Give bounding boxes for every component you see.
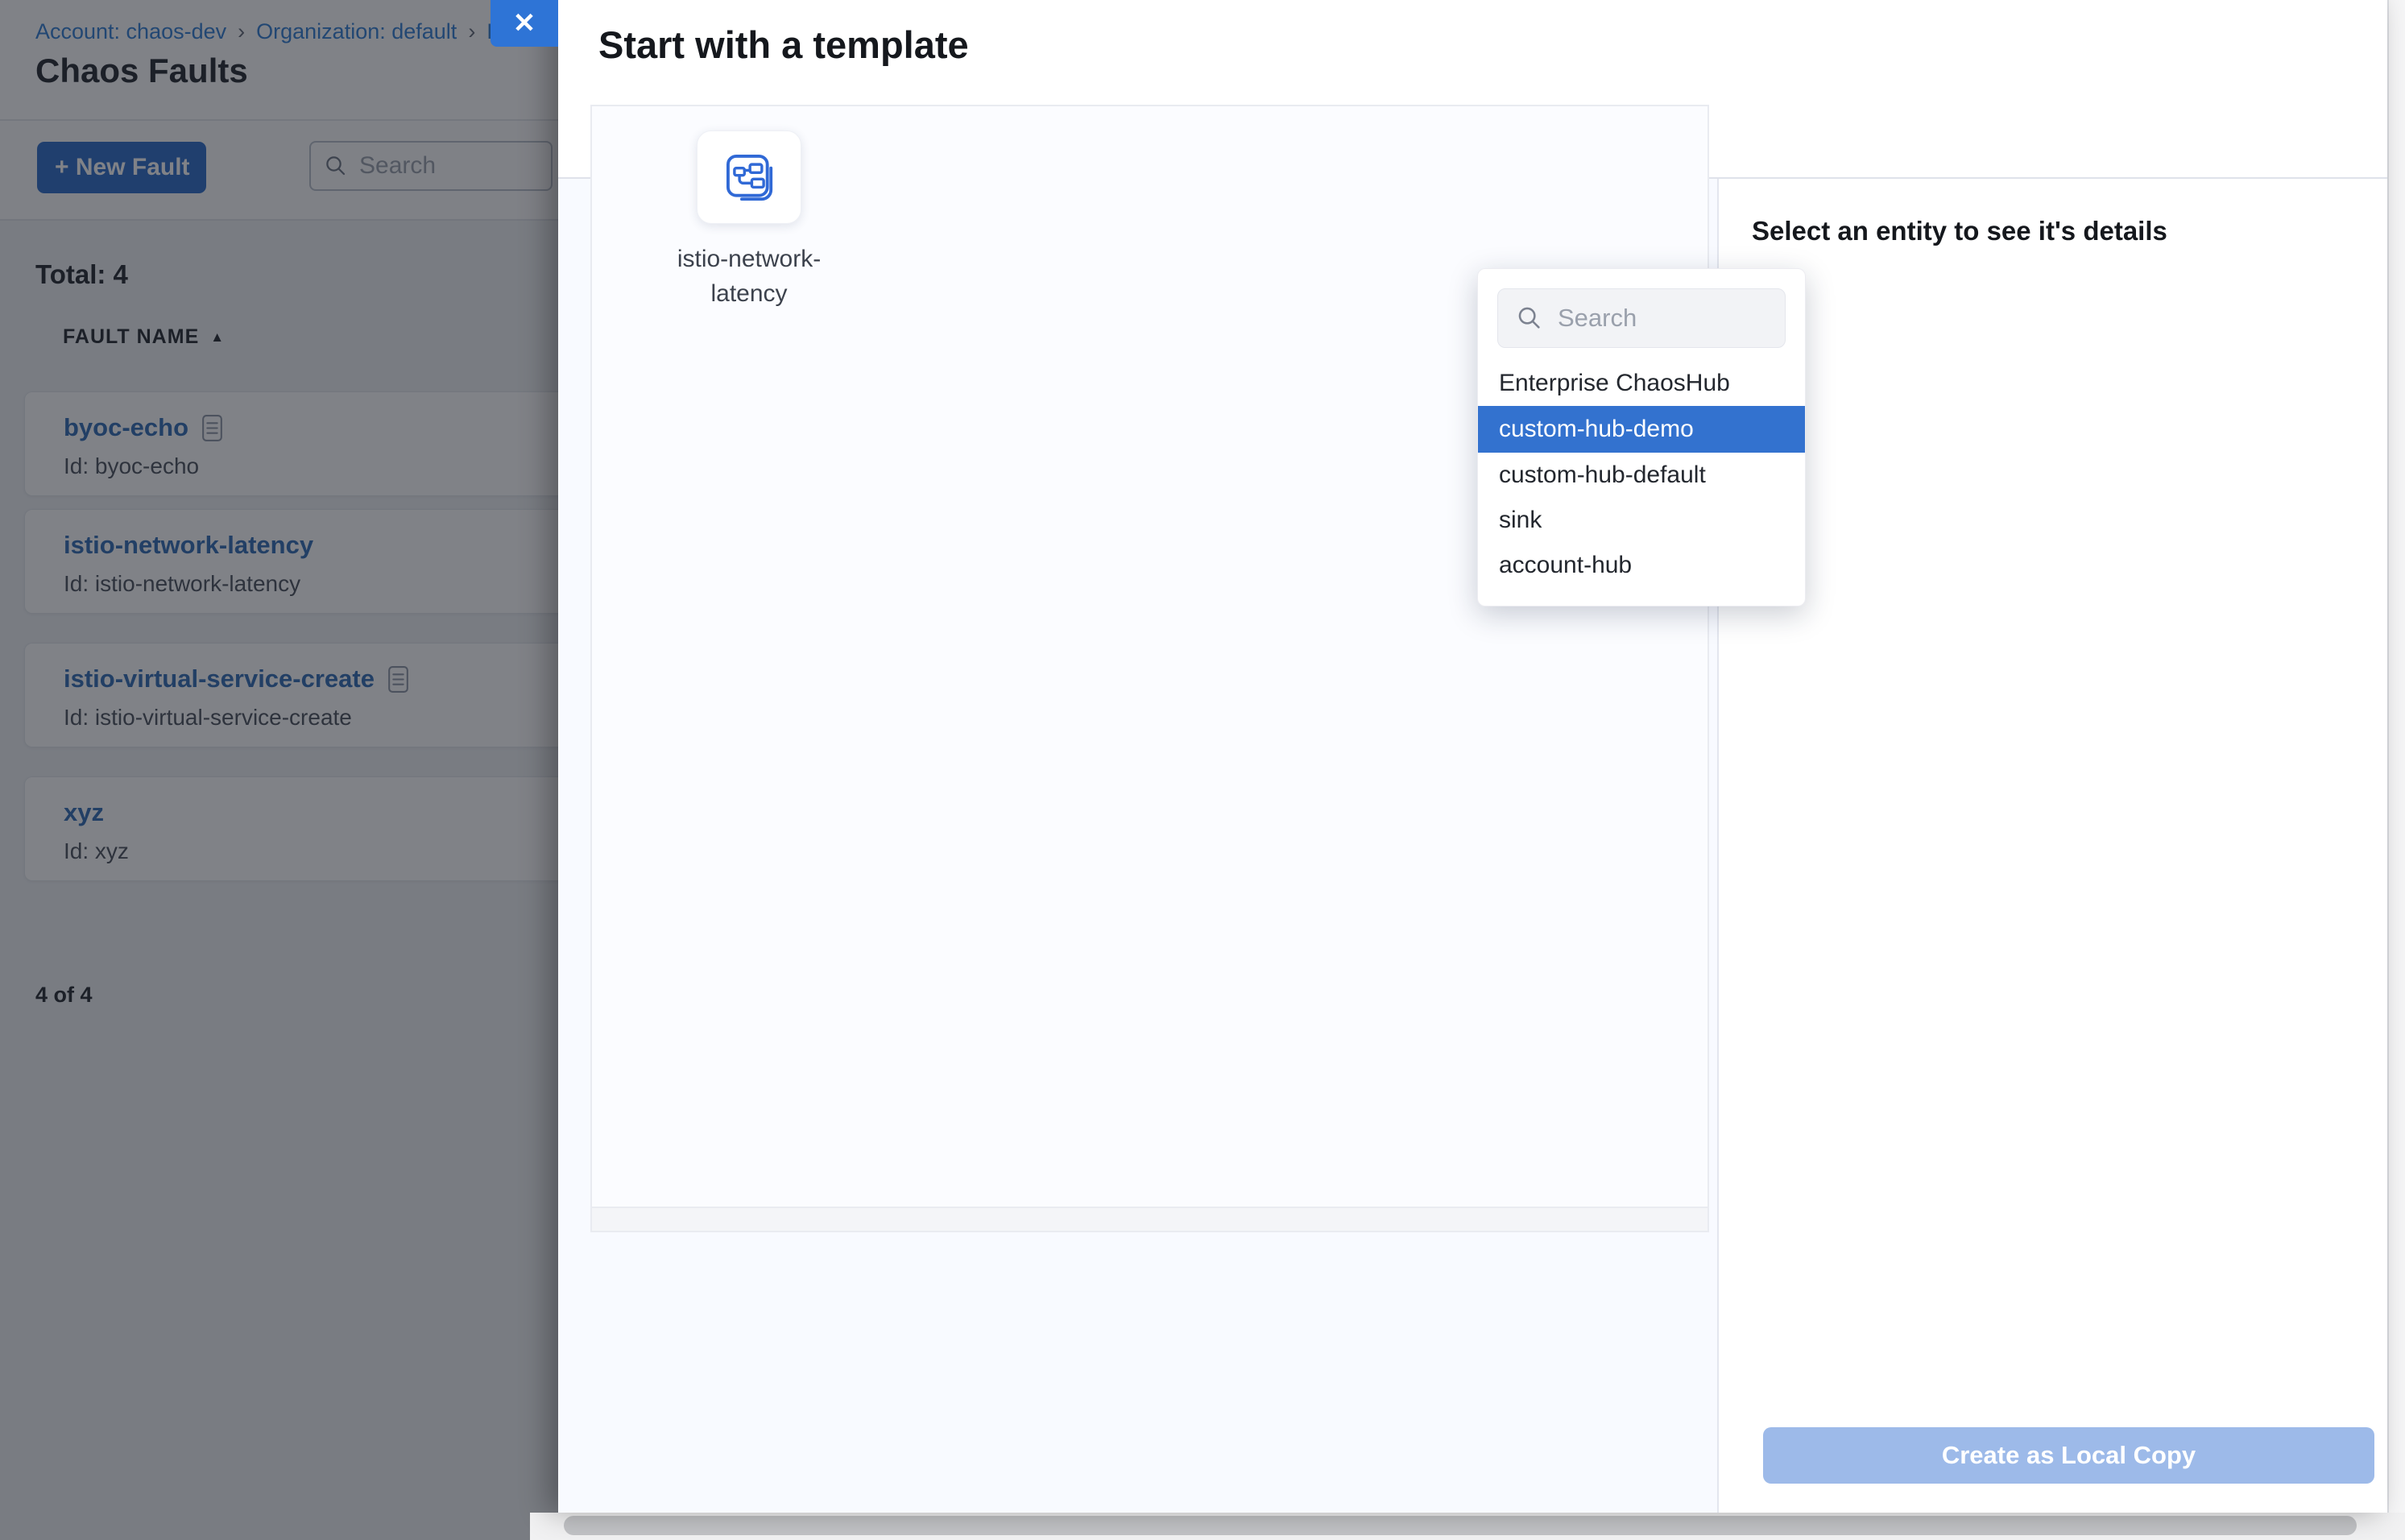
close-button[interactable]: ✕ bbox=[491, 0, 558, 47]
search-icon bbox=[1516, 304, 1543, 332]
modal-title: Start with a template bbox=[598, 23, 969, 67]
fault-template-icon bbox=[722, 150, 776, 205]
dropdown-search-field[interactable] bbox=[1497, 288, 1786, 348]
screen: Account: chaos-dev›Organization: default… bbox=[0, 0, 2405, 1540]
dropdown-search-input[interactable] bbox=[1558, 304, 1751, 333]
template-grid-footer bbox=[590, 1208, 1709, 1232]
horizontal-scrollbar-thumb[interactable] bbox=[564, 1516, 2357, 1535]
chaoshub-dropdown-menu: Enterprise ChaosHub custom-hub-demo cust… bbox=[1477, 268, 1806, 606]
horizontal-scrollbar[interactable] bbox=[530, 1513, 2405, 1540]
create-as-local-copy-button[interactable]: Create as Local Copy bbox=[1763, 1427, 2374, 1484]
option-custom-hub-demo[interactable]: custom-hub-demo bbox=[1478, 406, 1805, 453]
details-placeholder-text: Select an entity to see it's details bbox=[1752, 216, 2167, 246]
option-account-hub[interactable]: account-hub bbox=[1478, 543, 1805, 588]
close-icon: ✕ bbox=[513, 7, 536, 39]
template-card-label: istio-network-latency bbox=[664, 242, 834, 311]
vertical-scrollbar-gutter[interactable] bbox=[2387, 0, 2405, 1513]
option-custom-hub-default[interactable]: custom-hub-default bbox=[1478, 453, 1805, 498]
dropdown-options: Enterprise ChaosHub custom-hub-demo cust… bbox=[1478, 361, 1805, 588]
start-with-template-modal: ✕ Start with a template All Project [dem… bbox=[558, 0, 2387, 1513]
option-enterprise-chaoshub[interactable]: Enterprise ChaosHub bbox=[1478, 361, 1805, 406]
option-sink[interactable]: sink bbox=[1478, 498, 1805, 543]
template-card-istio-network-latency[interactable] bbox=[697, 130, 801, 224]
